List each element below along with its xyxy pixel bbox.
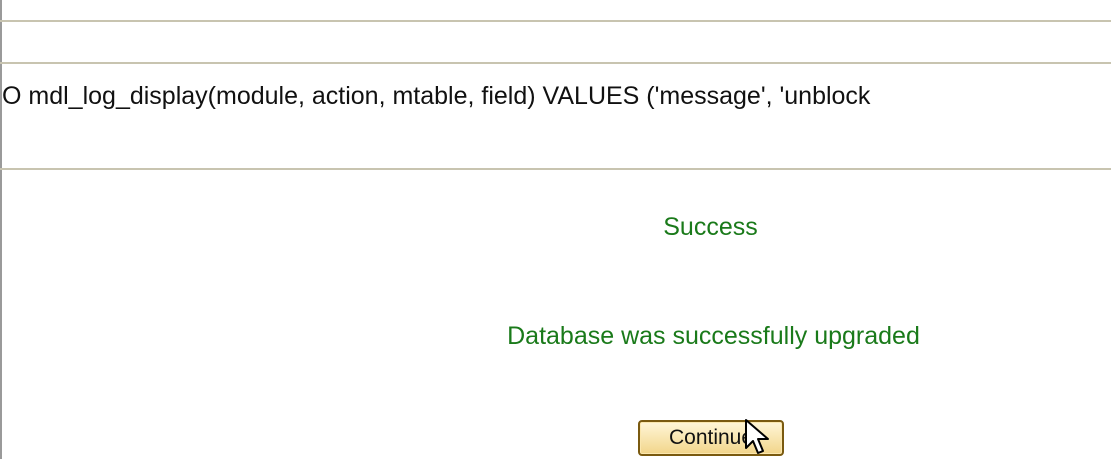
divider bbox=[0, 168, 1111, 170]
divider bbox=[0, 20, 1111, 22]
upgrade-page: O mdl_log_display(module, action, mtable… bbox=[0, 0, 1111, 459]
mouse-pointer-icon bbox=[745, 419, 769, 454]
sql-log-line: O mdl_log_display(module, action, mtable… bbox=[2, 82, 871, 110]
divider bbox=[0, 62, 1111, 64]
success-message: Success bbox=[663, 213, 758, 241]
upgrade-message: Database was successfully upgraded bbox=[507, 322, 920, 350]
